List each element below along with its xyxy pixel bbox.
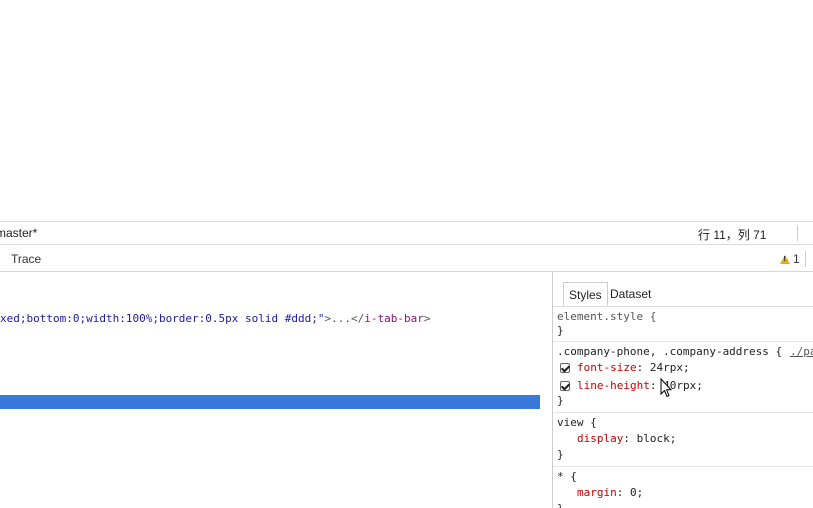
css-property[interactable]: font-size: 24rpx; [577,361,690,374]
element-style-selector[interactable]: element.style { [557,310,656,323]
property-name: line-height [577,379,650,392]
css-rule-universal: * { margin: 0; } [553,467,813,508]
css-property[interactable]: margin: 0; [577,486,643,499]
property-name: display [577,432,624,445]
warning-icon [780,254,790,264]
divider [797,225,798,241]
elements-panel: xed;bottom:0;width:100%;border:0.5px sol… [0,272,552,508]
status-bar: master* 行 11，列 71 [0,221,813,245]
css-rule-view: view { display: block; } [553,413,813,467]
dom-attribute-value: xed;bottom:0;width:100%;border:0.5px sol… [0,312,325,325]
dom-tag-name: i-tab-bar [364,312,424,325]
close-brace: } [557,448,564,461]
cursor-position[interactable]: 行 11，列 71 [698,226,766,243]
property-value: : 24rpx; [636,361,690,374]
property-name: margin [577,486,617,499]
dom-ellipsis[interactable]: >...</ [325,312,365,325]
rule-source-link[interactable]: ./pa [790,345,813,358]
editor-area[interactable] [0,0,813,221]
styles-tab-bar: Styles Dataset [553,272,813,307]
git-branch[interactable]: master* [0,226,37,240]
css-rule-company: .company-phone, .company-address { ./pa … [553,342,813,413]
element-style-rule: element.style { } [553,307,813,342]
styles-sidebar: Styles Dataset element.style { } .compan… [552,272,813,508]
warning-count: 1 [793,252,800,266]
devtools-toolbar: Trace 1 [0,246,813,272]
close-brace: } [557,502,564,508]
dom-node-line[interactable]: xed;bottom:0;width:100%;border:0.5px sol… [0,312,431,325]
close-brace: } [557,394,564,407]
css-property[interactable]: display: block; [577,432,676,445]
property-checkbox[interactable] [560,381,570,391]
property-value: : block; [623,432,677,445]
selected-dom-row[interactable] [0,395,540,409]
rule-selector[interactable]: * { [557,470,577,483]
property-value: : 0; [616,486,644,499]
property-name: font-size [577,361,637,374]
rule-selector[interactable]: .company-phone, .company-address { [557,345,782,358]
close-brace: } [557,324,564,337]
rule-selector[interactable]: view { [557,416,597,429]
dom-tag-close: > [423,312,431,325]
tab-styles[interactable]: Styles [563,282,608,306]
tab-trace[interactable]: Trace [11,252,41,266]
property-value: : 40rpx; [649,379,703,392]
divider [805,251,806,267]
mouse-pointer-icon [660,378,672,398]
css-property[interactable]: line-height: 40rpx; [577,379,703,392]
tab-dataset[interactable]: Dataset [605,282,656,306]
warning-counter[interactable]: 1 [780,252,800,266]
property-checkbox[interactable] [560,363,570,373]
